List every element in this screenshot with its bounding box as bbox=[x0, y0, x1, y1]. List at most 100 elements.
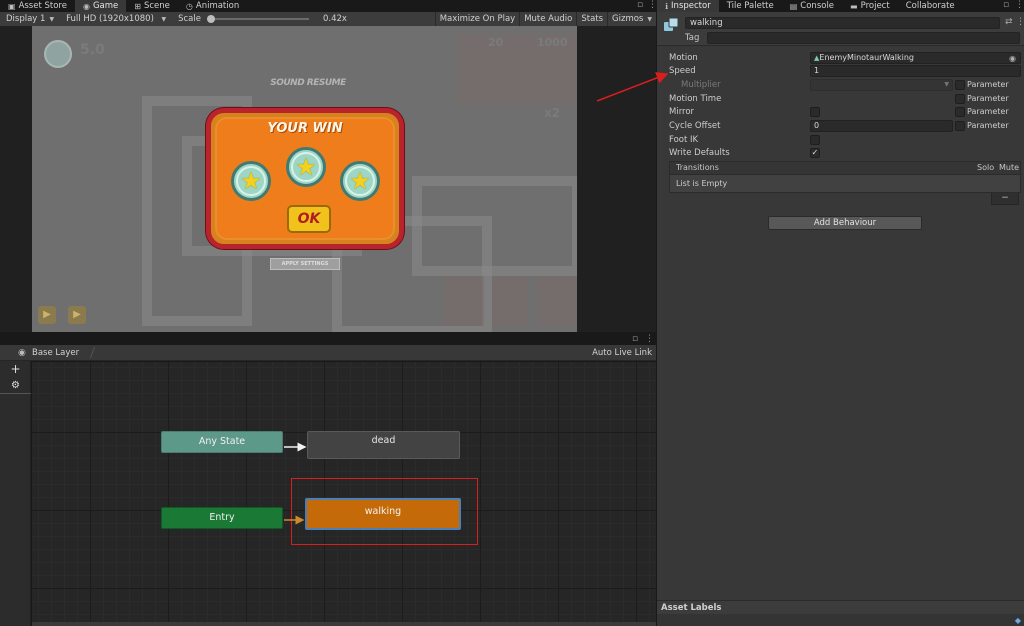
toggle-label: Maximize On Play bbox=[439, 14, 516, 24]
info-icon: ℹ bbox=[665, 1, 669, 11]
ok-button[interactable]: OK bbox=[287, 205, 331, 233]
motion-time-parameter-checkbox[interactable] bbox=[955, 94, 965, 104]
apply-settings-button[interactable]: APPLY SETTINGS bbox=[270, 258, 340, 270]
caret-down-icon: ▼ bbox=[161, 15, 167, 23]
mirror-checkbox[interactable] bbox=[810, 107, 820, 117]
cycle-offset-field[interactable]: 0 bbox=[810, 120, 953, 132]
hud-coins: 20 bbox=[488, 36, 504, 49]
preset-sliders-icon[interactable]: ⇄ bbox=[1005, 17, 1013, 27]
game-lock-icon[interactable]: ▫ bbox=[637, 0, 643, 10]
cycle-offset-label: Cycle Offset bbox=[669, 121, 721, 131]
star-icon: ★ bbox=[231, 161, 271, 201]
play-icon[interactable]: ▶ bbox=[68, 306, 86, 324]
animator-more-icon[interactable]: ⋮ bbox=[645, 334, 654, 344]
inspector-panel: walking ⇄ ⋮ Tag Motion ▲EnemyMinotaurWal… bbox=[657, 12, 1024, 626]
inspector-more-icon[interactable]: ⋮ bbox=[1015, 0, 1024, 10]
solo-label: Solo bbox=[977, 163, 995, 172]
scale-slider-knob[interactable] bbox=[206, 15, 215, 23]
inspector-lock-icon[interactable]: ▫ bbox=[1003, 0, 1009, 10]
parameter-label: Parameter bbox=[967, 107, 1009, 116]
parameter-label: Parameter bbox=[967, 121, 1009, 130]
hud-multiplier: x2 bbox=[544, 106, 561, 120]
motion-label: Motion bbox=[669, 53, 698, 63]
mute-audio-toggle[interactable]: Mute Audio bbox=[519, 12, 576, 26]
foot-ik-label: Foot IK bbox=[669, 135, 699, 145]
tab-game[interactable]: ◉ Game bbox=[74, 0, 127, 12]
list-empty-text: List is Empty bbox=[676, 179, 728, 188]
add-behaviour-button[interactable]: Add Behaviour bbox=[768, 216, 922, 230]
resolution-dropdown[interactable]: Full HD (1920x1080) ▼ bbox=[60, 12, 172, 26]
eye-icon[interactable]: ◉ bbox=[18, 348, 26, 358]
motion-field[interactable]: ▲EnemyMinotaurWalking ◉ bbox=[810, 52, 1021, 64]
toggle-label: Mute Audio bbox=[524, 14, 573, 24]
foot-ik-checkbox[interactable] bbox=[810, 135, 820, 145]
tab-label: Asset Store bbox=[18, 1, 67, 11]
inspector-tab-strip: ℹ Inspector Tile Palette ▤ Console ▬ Projec… bbox=[657, 0, 1024, 12]
tab-scene[interactable]: ⊞ Scene bbox=[126, 0, 178, 12]
stats-toggle[interactable]: Stats bbox=[576, 12, 607, 26]
scale-control: Scale 0.42x bbox=[172, 12, 353, 26]
tag-label: Tag bbox=[685, 33, 700, 43]
gizmos-dropdown[interactable]: Gizmos ▼ bbox=[607, 12, 656, 26]
parameter-label: Parameter bbox=[967, 94, 1009, 103]
caret-down-icon: ▼ bbox=[49, 15, 55, 23]
auto-live-link-toggle[interactable]: Auto Live Link bbox=[592, 348, 652, 358]
maximize-on-play-toggle[interactable]: Maximize On Play bbox=[434, 12, 519, 26]
win-title: YOUR WIN bbox=[267, 121, 343, 136]
add-layer-button[interactable]: + bbox=[0, 361, 31, 377]
motion-value: EnemyMinotaurWalking bbox=[819, 53, 914, 62]
tab-label: Inspector bbox=[671, 1, 711, 11]
tab-tile-palette[interactable]: Tile Palette bbox=[719, 0, 782, 12]
hud-panel bbox=[444, 276, 484, 326]
tab-asset-store[interactable]: ▣ Asset Store bbox=[0, 0, 75, 12]
tab-collaborate[interactable]: Collaborate bbox=[898, 0, 963, 12]
tab-label: Collaborate bbox=[905, 1, 955, 11]
resolution-value: Full HD (1920x1080) bbox=[66, 14, 154, 24]
game-more-icon[interactable]: ⋮ bbox=[648, 0, 657, 10]
node-entry[interactable]: Entry bbox=[161, 507, 283, 529]
tag-field[interactable] bbox=[707, 32, 1020, 44]
node-any-state[interactable]: Any State bbox=[161, 431, 283, 453]
game-view: 5.0 20 1000 x2 SOUND RESUME YOUR WIN ★ ★… bbox=[0, 26, 656, 332]
label-tag-icon[interactable]: ◆ bbox=[1015, 616, 1021, 625]
layer-settings-button[interactable]: ⚙ bbox=[0, 378, 31, 394]
remove-transition-button[interactable]: − bbox=[991, 193, 1019, 205]
write-defaults-checkbox[interactable]: ✓ bbox=[810, 148, 820, 158]
play-icon[interactable]: ▶ bbox=[38, 306, 56, 324]
multiplier-parameter-checkbox[interactable] bbox=[955, 80, 965, 90]
tab-label: Game bbox=[92, 1, 119, 11]
mirror-parameter-checkbox[interactable] bbox=[955, 107, 965, 117]
object-picker-icon[interactable]: ◉ bbox=[1009, 54, 1016, 63]
asset-labels-header[interactable]: Asset Labels bbox=[657, 600, 1024, 614]
sound-title: SOUND RESUME bbox=[270, 78, 346, 88]
graph-scrollbar[interactable] bbox=[32, 622, 656, 626]
multiplier-dropdown[interactable]: ▼ bbox=[810, 79, 953, 91]
speed-field[interactable]: 1 bbox=[810, 65, 1021, 77]
speed-row: Speed 1 bbox=[657, 65, 1024, 78]
animator-graph[interactable]: Any State dead Entry walking bbox=[32, 362, 656, 626]
tab-label: Console bbox=[800, 1, 835, 11]
animator-state-icon bbox=[664, 17, 679, 31]
context-menu-icon[interactable]: ⋮ bbox=[1016, 17, 1024, 27]
animator-lock-icon[interactable]: ▫ bbox=[632, 334, 638, 344]
tab-project[interactable]: ▬ Project bbox=[842, 0, 898, 12]
write-defaults-row: Write Defaults ✓ bbox=[657, 147, 1024, 160]
display-dropdown[interactable]: Display 1 ▼ bbox=[0, 12, 60, 26]
scale-label: Scale bbox=[178, 14, 201, 24]
write-defaults-label: Write Defaults bbox=[669, 148, 730, 158]
scale-slider[interactable] bbox=[206, 15, 309, 23]
tab-animation[interactable]: ◷ Animation bbox=[178, 0, 247, 12]
transitions-list: Transitions Solo Mute List is Empty bbox=[669, 161, 1021, 193]
tab-inspector[interactable]: ℹ Inspector bbox=[657, 0, 719, 12]
game-canvas[interactable]: 5.0 20 1000 x2 SOUND RESUME YOUR WIN ★ ★… bbox=[32, 26, 577, 332]
annotation-highlight-box bbox=[291, 478, 478, 545]
animator-toolbar: ◉ Base Layer Auto Live Link bbox=[0, 345, 656, 361]
breadcrumb-base-layer[interactable]: Base Layer bbox=[32, 348, 79, 358]
motion-row: Motion ▲EnemyMinotaurWalking ◉ bbox=[657, 52, 1024, 65]
tab-console[interactable]: ▤ Console bbox=[782, 0, 842, 12]
asset-labels-bar: ◆ bbox=[657, 614, 1024, 626]
cycle-offset-parameter-checkbox[interactable] bbox=[955, 121, 965, 131]
state-name-field[interactable]: walking bbox=[685, 17, 1000, 29]
node-dead[interactable]: dead bbox=[307, 431, 460, 459]
folder-icon: ▬ bbox=[850, 1, 858, 11]
